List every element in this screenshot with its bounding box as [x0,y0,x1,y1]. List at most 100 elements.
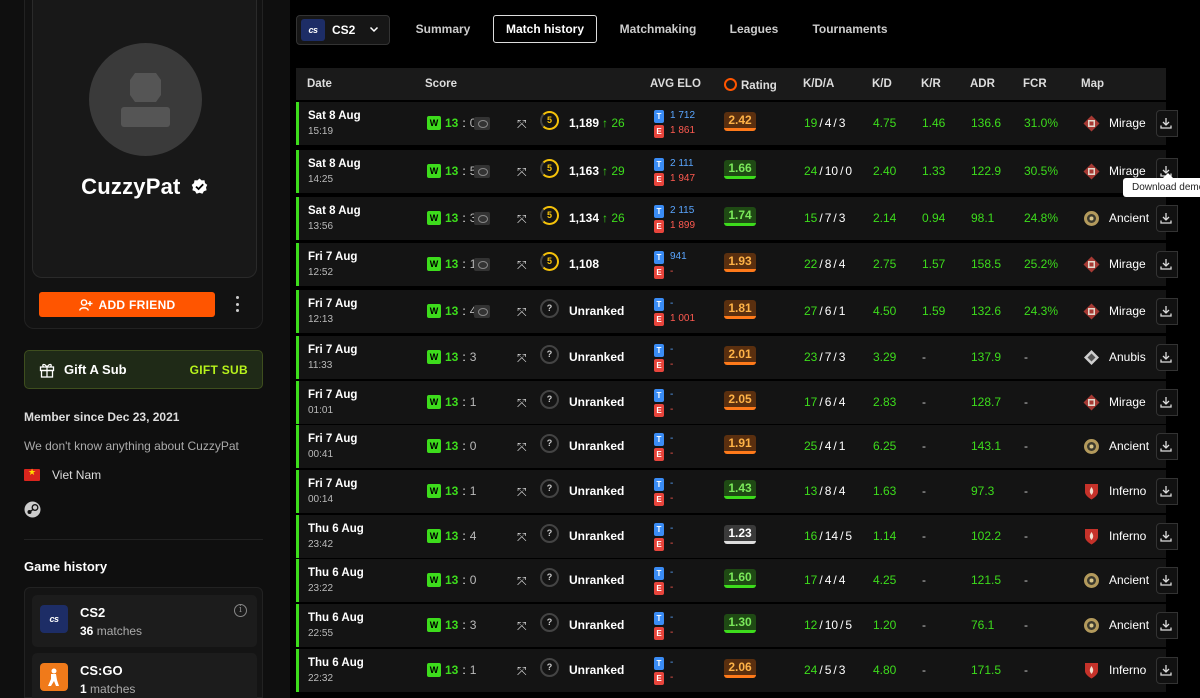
table-row[interactable]: Thu 6 Aug 23:22 W 13:0 ⤧ ? Unranked T E … [296,559,1178,602]
header-avg-elo[interactable]: AVG ELO [650,78,701,90]
kr-ratio: 1.33 [922,164,946,178]
match-date: Thu 6 Aug [308,567,364,579]
table-row[interactable]: Fri 7 Aug 12:13 W 13:4 ⤧ ? Unranked T E … [296,290,1178,333]
team-e-elo: - [670,582,674,593]
sidebar-divider [24,539,263,540]
steam-icon[interactable] [24,501,41,518]
more-options-icon[interactable] [235,296,239,312]
team-t-elo: - [670,567,674,578]
table-row[interactable]: Thu 6 Aug 23:42 W 13:4 ⤧ ? Unranked T E … [296,515,1178,558]
match-score: 13:1 [445,257,476,271]
header-map[interactable]: Map [1081,78,1104,90]
download-demo-button[interactable] [1156,433,1178,460]
crosshair-icon[interactable]: ⤧ [517,530,527,545]
header-kda[interactable]: K/D/A [803,78,834,90]
table-row[interactable]: Sat 8 Aug 13:56 W 13:3 ⤧ 5 1,134 ↑ 26 T … [296,197,1178,240]
header-adr[interactable]: ADR [970,78,995,90]
map-name: Ancient [1109,211,1150,225]
crosshair-icon[interactable]: ⤧ [517,396,527,411]
demo-preview-icon[interactable] [474,305,490,318]
table-row[interactable]: Thu 6 Aug 22:32 W 13:1 ⤧ ? Unranked T E … [296,649,1178,692]
tab-match-history[interactable]: Match history [493,15,597,43]
crosshair-icon[interactable]: ⤧ [517,440,527,455]
game-selector[interactable]: cs CS2 [296,15,390,45]
header-rating[interactable]: Rating [724,78,777,92]
download-demo-button[interactable] [1156,478,1178,505]
info-icon[interactable]: i [234,604,247,617]
header-date[interactable]: Date [307,78,332,90]
score-won: 13 [445,618,459,632]
adr: 102.2 [971,529,1002,543]
kr-ratio: - [922,439,926,453]
download-demo-button[interactable] [1156,251,1178,278]
crosshair-icon[interactable]: ⤧ [517,574,527,589]
assists: 4 [838,573,846,587]
deaths: 14 [824,529,839,543]
ancient-map-icon [1083,572,1100,589]
kd-ratio: 6.25 [873,439,897,453]
download-demo-button[interactable] [1156,567,1178,594]
score-won: 13 [445,164,459,178]
kda: 19/4/3 [804,116,846,130]
add-friend-button[interactable]: ADD FRIEND [39,292,215,317]
crosshair-icon[interactable]: ⤧ [517,351,527,366]
kr-ratio: 1.57 [922,257,946,271]
download-demo-button[interactable] [1156,110,1178,137]
match-time: 22:32 [308,673,334,684]
table-row[interactable]: Fri 7 Aug 00:41 W 13:0 ⤧ ? Unranked T E … [296,425,1178,468]
header-kr[interactable]: K/R [921,78,941,90]
gift-sub-button[interactable]: GIFT SUB [190,363,248,377]
download-demo-button[interactable] [1156,389,1178,416]
gift-sub-banner[interactable]: Gift A Sub GIFT SUB [24,350,263,389]
download-icon [1160,259,1172,270]
table-row[interactable]: Sat 8 Aug 15:19 W 13:0 ⤧ 5 1,189 ↑ 26 T … [296,102,1178,145]
download-demo-button[interactable] [1156,612,1178,639]
demo-preview-icon[interactable] [474,258,490,271]
crosshair-icon[interactable]: ⤧ [517,305,527,320]
demo-preview-icon[interactable] [474,165,490,178]
download-demo-button[interactable] [1156,344,1178,371]
match-score: 13:3 [445,618,477,632]
elo-value: 1,163 [569,164,600,178]
crosshair-icon[interactable]: ⤧ [517,212,527,227]
skill-level-icon: ? [540,434,559,453]
add-user-icon [78,298,92,311]
table-row[interactable]: Fri 7 Aug 01:01 W 13:1 ⤧ ? Unranked T E … [296,381,1178,424]
crosshair-icon[interactable]: ⤧ [517,165,527,180]
crosshair-icon[interactable]: ⤧ [517,258,527,273]
crosshair-icon[interactable]: ⤧ [517,117,527,132]
header-kd[interactable]: K/D [872,78,892,90]
demo-preview-icon[interactable] [474,117,490,130]
match-time: 22:55 [308,628,334,639]
skill-level-icon: 5 [540,252,559,271]
tab-tournaments[interactable]: Tournaments [804,15,896,43]
mirage-map-icon [1083,115,1100,132]
fcr: - [1024,529,1028,543]
tab-leagues[interactable]: Leagues [722,15,786,43]
table-row[interactable]: Fri 7 Aug 11:33 W 13:3 ⤧ ? Unranked T E … [296,336,1178,379]
crosshair-icon[interactable]: ⤧ [517,485,527,500]
table-row[interactable]: Fri 7 Aug 12:52 W 13:1 ⤧ 5 1,108 T E 941… [296,243,1178,286]
game-item-csgo[interactable]: CS:GO 1 matches [32,653,257,698]
download-demo-button[interactable] [1156,523,1178,550]
cs2-logo-icon: cs [301,19,325,41]
crosshair-icon[interactable]: ⤧ [517,664,527,679]
download-demo-button[interactable] [1156,657,1178,684]
score-lost: 3 [469,618,477,632]
crosshair-icon[interactable]: ⤧ [517,619,527,634]
tab-matchmaking[interactable]: Matchmaking [610,15,706,43]
download-demo-button[interactable] [1156,205,1178,232]
download-demo-button[interactable] [1156,298,1178,325]
tab-summary[interactable]: Summary [404,15,482,43]
demo-preview-icon[interactable] [474,212,490,225]
game-item-cs2[interactable]: cs CS2 36 matches i [32,595,257,647]
skill-level-icon: ? [540,390,559,409]
match-time: 00:41 [308,449,334,460]
table-row[interactable]: Sat 8 Aug 14:25 W 13:5 ⤧ 5 1,163 ↑ 29 T … [296,150,1178,193]
team-e-badge: E [654,493,664,506]
table-row[interactable]: Fri 7 Aug 00:14 W 13:1 ⤧ ? Unranked T E … [296,470,1178,513]
result-badge: W [427,529,441,543]
header-fcr[interactable]: FCR [1023,78,1047,90]
table-row[interactable]: Thu 6 Aug 22:55 W 13:3 ⤧ ? Unranked T E … [296,604,1178,647]
header-score[interactable]: Score [425,78,457,90]
